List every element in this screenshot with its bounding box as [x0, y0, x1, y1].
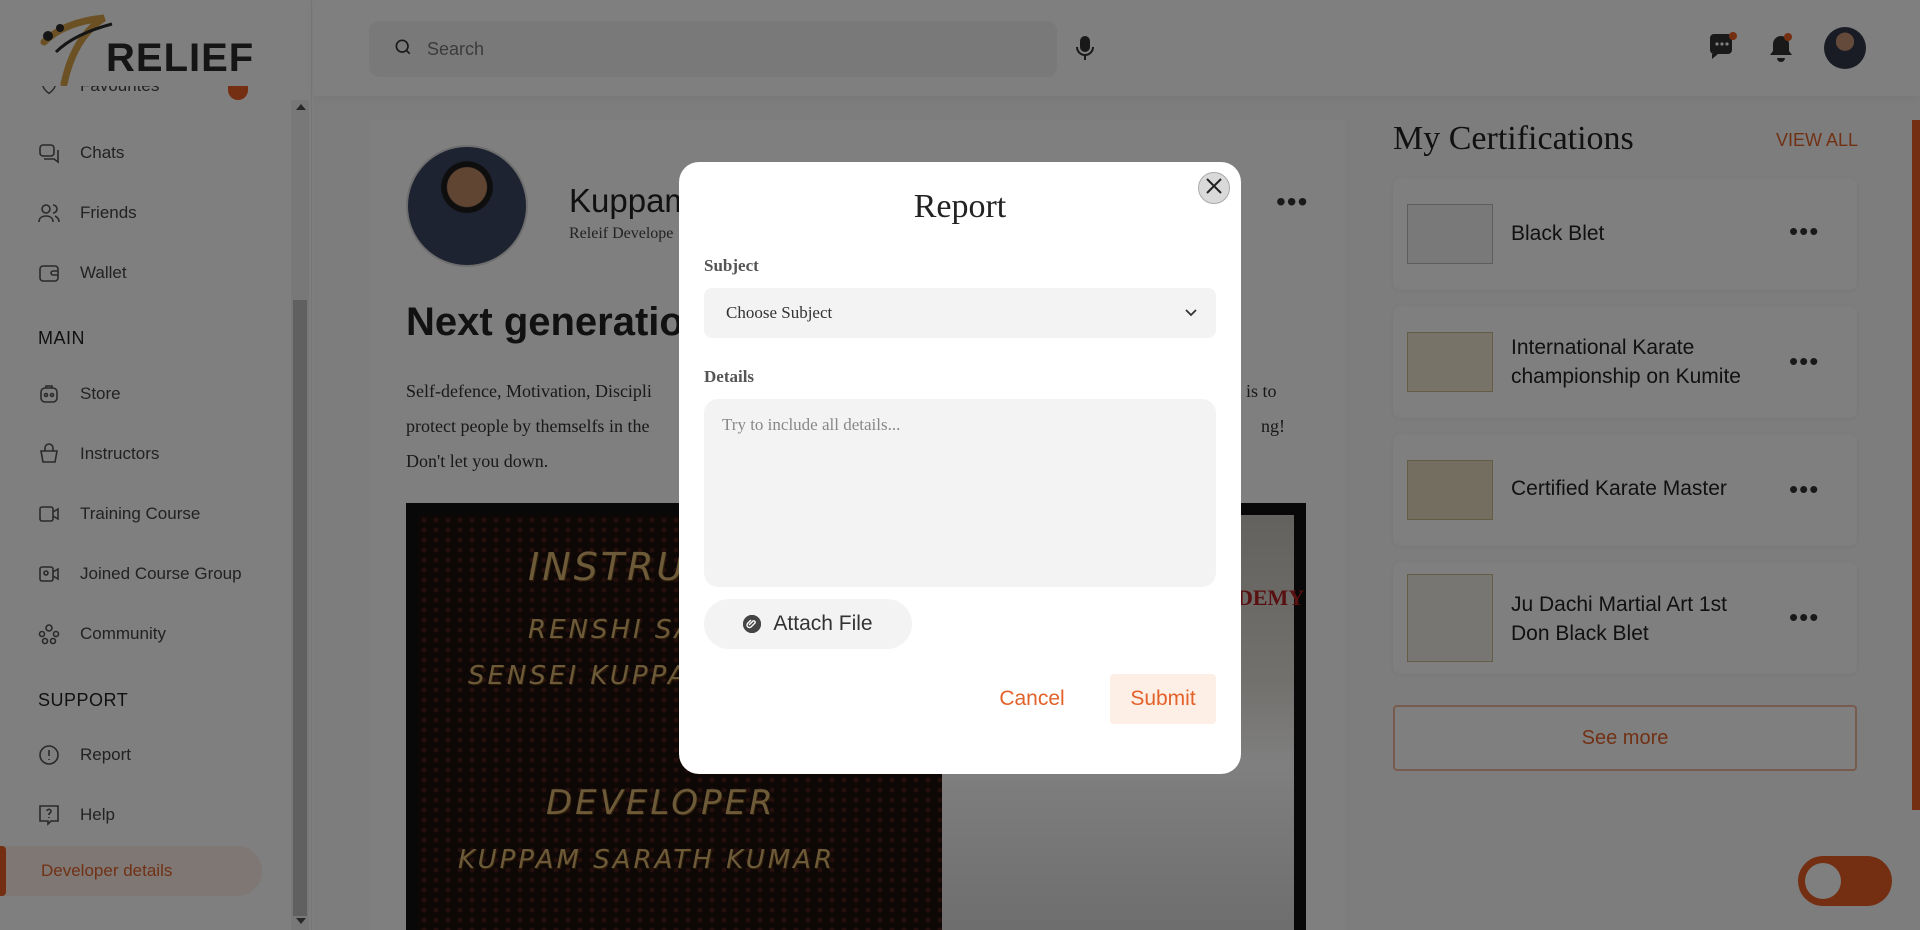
- details-label: Details: [704, 367, 755, 386]
- report-modal: Report Subject Choose Subject Details At…: [679, 162, 1241, 774]
- close-button[interactable]: [1198, 172, 1230, 204]
- modal-title: Report: [913, 188, 1007, 225]
- chevron-down-icon: [1184, 305, 1198, 325]
- close-icon: [1205, 177, 1223, 200]
- paperclip-icon: [743, 615, 762, 633]
- cancel-button[interactable]: Cancel: [976, 674, 1088, 724]
- attach-file-label: Attach File: [773, 612, 873, 635]
- details-textarea[interactable]: [704, 399, 1216, 587]
- submit-button[interactable]: Submit: [1110, 674, 1216, 724]
- attach-file-button[interactable]: Attach File: [704, 599, 912, 649]
- subject-selected-value: Choose Subject: [726, 303, 833, 322]
- subject-select[interactable]: Choose Subject: [704, 288, 1216, 338]
- subject-label: Subject: [704, 256, 759, 275]
